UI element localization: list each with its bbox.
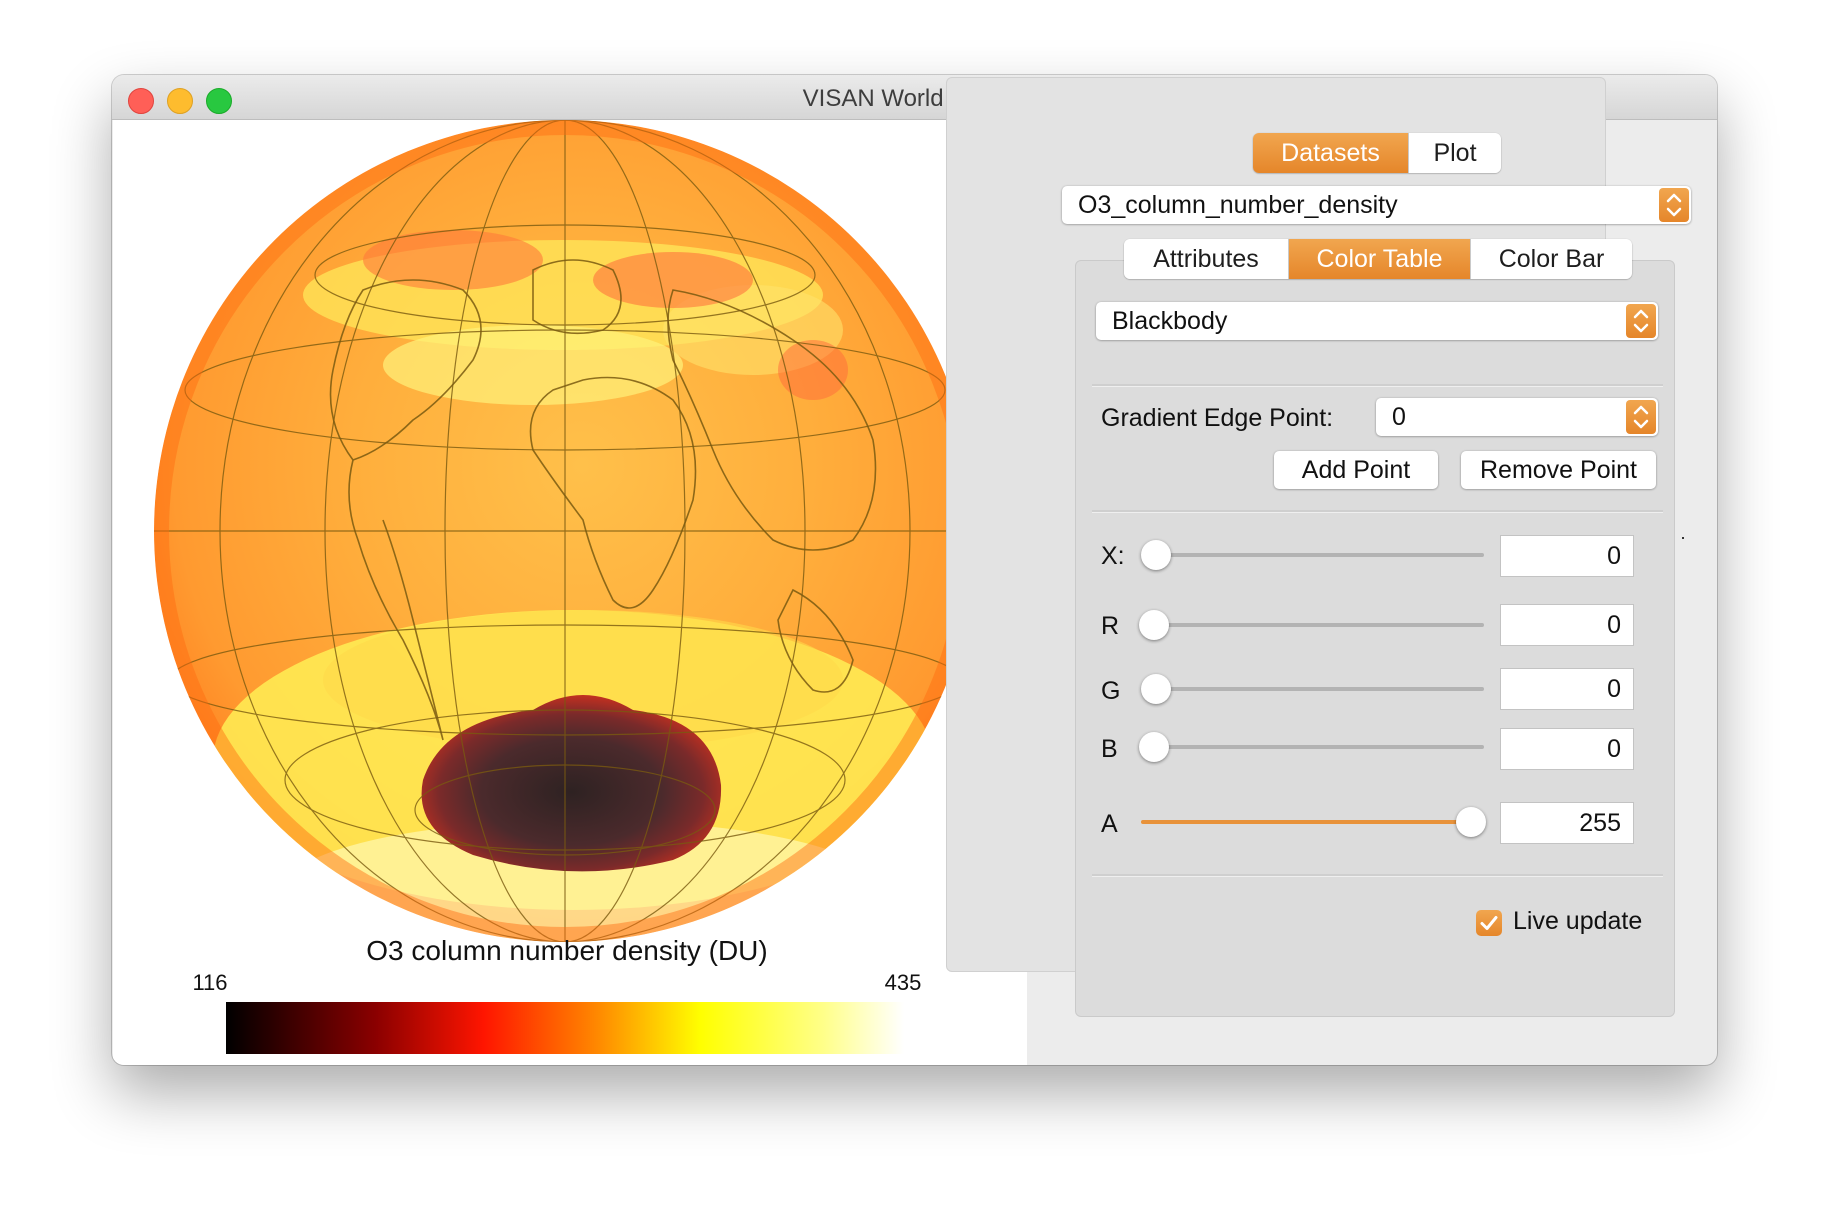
slider-b-knob[interactable] <box>1139 732 1169 762</box>
slider-a-label: A <box>1101 810 1118 838</box>
live-update-checkbox[interactable] <box>1476 910 1502 936</box>
slider-x-track[interactable] <box>1141 553 1484 557</box>
separator <box>1092 384 1663 387</box>
tab-datasets[interactable]: Datasets <box>1253 133 1409 173</box>
color-table-select[interactable]: Blackbody <box>1096 302 1658 340</box>
add-point-button[interactable]: Add Point <box>1274 451 1438 489</box>
tab-attributes[interactable]: Attributes <box>1124 239 1289 279</box>
slider-a-knob[interactable] <box>1456 807 1486 837</box>
slider-x-knob[interactable] <box>1141 540 1171 570</box>
slider-r-label: R <box>1101 612 1120 640</box>
colorbar-min-label: 116 <box>192 970 227 995</box>
sub-tab-bar: Attributes Color Table Color Bar <box>1124 239 1632 279</box>
slider-g-track[interactable] <box>1141 687 1484 691</box>
colorbar <box>226 1002 904 1054</box>
slider-g-value[interactable]: 0 <box>1500 668 1634 710</box>
slider-g-label: G <box>1101 677 1121 705</box>
slider-r-knob[interactable] <box>1139 610 1169 640</box>
slider-x-value[interactable]: 0 <box>1500 535 1634 577</box>
slider-b-track[interactable] <box>1141 745 1484 749</box>
checkmark-icon <box>1480 916 1498 930</box>
separator <box>1092 874 1663 877</box>
gradient-edge-label: Gradient Edge Point: <box>1101 404 1334 432</box>
slider-a-value[interactable]: 255 <box>1500 802 1634 844</box>
separator <box>1092 510 1663 513</box>
updown-arrows-icon <box>1659 188 1689 222</box>
updown-arrows-icon <box>1626 400 1656 434</box>
dataset-select-value: O3_column_number_density <box>1078 190 1398 219</box>
tab-color-table[interactable]: Color Table <box>1289 239 1471 279</box>
slider-x-label: X: <box>1101 542 1125 570</box>
marker-dot <box>1682 537 1684 539</box>
slider-r-track[interactable] <box>1141 623 1484 627</box>
gradient-edge-value: 0 <box>1392 402 1406 431</box>
colorbar-title: O3 column number density (DU) <box>366 935 767 966</box>
updown-arrows-icon <box>1626 304 1656 338</box>
tab-color-bar[interactable]: Color Bar <box>1471 239 1632 279</box>
dataset-select[interactable]: O3_column_number_density <box>1062 186 1691 224</box>
slider-r-value[interactable]: 0 <box>1500 604 1634 646</box>
slider-a-track[interactable] <box>1141 820 1471 824</box>
remove-point-button[interactable]: Remove Point <box>1461 451 1656 489</box>
live-update-label[interactable]: Live update <box>1513 907 1642 936</box>
main-tab-bar: Datasets Plot <box>1253 133 1501 173</box>
tab-plot[interactable]: Plot <box>1409 133 1501 173</box>
world-plot-canvas[interactable]: O3 column number density (DU) 116 435 <box>113 120 1027 1065</box>
globe <box>154 120 976 942</box>
slider-b-label: B <box>1101 735 1118 763</box>
gradient-edge-select[interactable]: 0 <box>1376 398 1658 436</box>
colorbar-max-label: 435 <box>885 970 922 995</box>
slider-b-value[interactable]: 0 <box>1500 728 1634 770</box>
color-table-select-value: Blackbody <box>1112 306 1228 335</box>
world-plot-view[interactable]: O3 column number density (DU) 116 435 <box>113 120 1027 1065</box>
slider-g-knob[interactable] <box>1141 674 1171 704</box>
